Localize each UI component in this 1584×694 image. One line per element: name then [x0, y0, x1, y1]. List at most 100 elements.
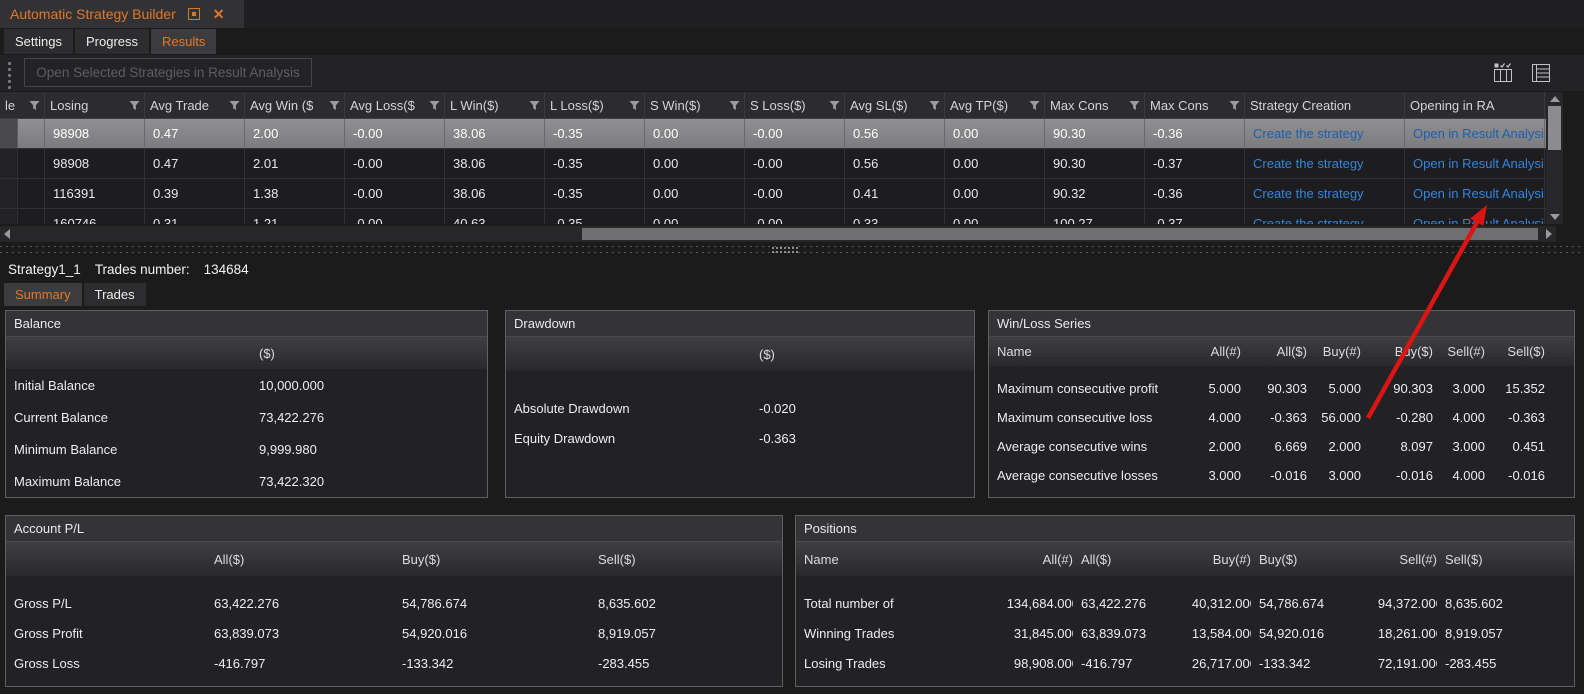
panel-cell: 18,261.000 — [1365, 626, 1437, 641]
close-icon[interactable]: ✕ — [213, 0, 225, 28]
filter-icon[interactable] — [1129, 100, 1140, 111]
column-header[interactable]: Max Cons — [1045, 92, 1145, 118]
grid-cell: 0.31 — [145, 209, 245, 224]
grid-cell: -0.35 — [545, 179, 645, 208]
open-selected-strategies-button[interactable]: Open Selected Strategies in Result Analy… — [24, 58, 312, 87]
panel-column-header: Sell($) — [590, 552, 782, 567]
panel-cell: 54,786.674 — [1251, 596, 1365, 611]
strategies-grid: leLosingAvg TradeAvg Win ($Avg Loss($L W… — [0, 92, 1546, 224]
scroll-down-arrow-icon[interactable] — [1550, 214, 1560, 220]
column-header-label: L Loss($) — [550, 98, 604, 113]
tab-results[interactable]: Results — [151, 29, 216, 54]
column-header[interactable]: Avg Win ($ — [245, 92, 345, 118]
column-header[interactable]: le — [0, 92, 45, 118]
column-header[interactable]: Avg TP($) — [945, 92, 1045, 118]
grid-vertical-scrollbar[interactable] — [1546, 92, 1563, 224]
grid-cell: -0.00 — [745, 179, 845, 208]
winloss-table: NameAll(#)All($)Buy(#)Buy($)Sell(#)Sell(… — [989, 337, 1574, 490]
filter-icon[interactable] — [1029, 100, 1040, 111]
panel-cell: 2.000 — [1189, 439, 1241, 454]
panel-cell: 90.303 — [1361, 381, 1433, 396]
tab-settings[interactable]: Settings — [4, 29, 73, 54]
create-strategy-link[interactable]: Create the strategy — [1253, 186, 1364, 201]
scroll-up-arrow-icon[interactable] — [1550, 96, 1560, 102]
horizontal-scrollbar-thumb[interactable] — [582, 228, 1538, 240]
row-selector[interactable] — [0, 209, 18, 224]
panel-cell: 8,919.057 — [590, 626, 782, 641]
filter-icon[interactable] — [229, 100, 240, 111]
column-header[interactable]: Avg SL($) — [845, 92, 945, 118]
panel-column-header: Buy($) — [1251, 552, 1365, 567]
filter-icon[interactable] — [129, 100, 140, 111]
float-window-icon[interactable] — [188, 8, 200, 20]
grid-horizontal-scrollbar[interactable] — [0, 226, 1556, 242]
open-in-result-analysis-link[interactable]: Open in Result Analysis — [1413, 126, 1545, 141]
create-strategy-link[interactable]: Create the strategy — [1253, 126, 1364, 141]
open-in-result-analysis-link[interactable]: Open in Result Analysis — [1413, 186, 1545, 201]
open-in-result-analysis-link[interactable]: Open in Result Analysis — [1413, 156, 1545, 171]
grid-cell: -0.37 — [1145, 209, 1245, 224]
row-selector[interactable] — [0, 149, 18, 178]
column-header[interactable]: L Win($) — [445, 92, 545, 118]
panel-cell: Gross Loss — [6, 656, 206, 671]
create-strategy-link[interactable]: Create the strategy — [1253, 156, 1364, 171]
filter-icon[interactable] — [429, 100, 440, 111]
balance-panel: Balance ($)Initial Balance10,000.000Curr… — [5, 310, 488, 498]
strategy-row[interactable]: 989080.472.00-0.0038.06-0.350.00-0.000.5… — [0, 119, 1546, 149]
column-header-label: Avg TP($) — [950, 98, 1008, 113]
column-header[interactable]: Max Cons — [1145, 92, 1245, 118]
strategy-row[interactable]: 1163910.391.38-0.0038.06-0.350.00-0.000.… — [0, 179, 1546, 209]
panel-column-header: ($) — [251, 346, 487, 361]
scroll-left-arrow-icon[interactable] — [4, 229, 10, 239]
panel-splitter[interactable] — [0, 244, 1584, 256]
filter-icon[interactable] — [29, 100, 40, 111]
column-header[interactable]: L Loss($) — [545, 92, 645, 118]
column-header-label: S Win($) — [650, 98, 701, 113]
column-header[interactable]: Opening in RA — [1405, 92, 1545, 118]
winloss-panel-title: Win/Loss Series — [989, 311, 1574, 337]
row-selector[interactable] — [0, 179, 18, 208]
filter-icon[interactable] — [929, 100, 940, 111]
strategy-row[interactable]: 989080.472.01-0.0038.06-0.350.00-0.000.5… — [0, 149, 1546, 179]
column-header[interactable]: Avg Loss($ — [345, 92, 445, 118]
open-in-result-analysis-link[interactable]: Open in Result Analysis — [1413, 216, 1545, 224]
scroll-right-arrow-icon[interactable] — [1546, 229, 1552, 239]
grid-cell — [18, 209, 45, 224]
filter-icon[interactable] — [829, 100, 840, 111]
grid-cell: -0.36 — [1145, 119, 1245, 148]
tab-summary[interactable]: Summary — [4, 283, 82, 306]
layout-list-icon[interactable] — [1528, 60, 1554, 86]
create-strategy-link[interactable]: Create the strategy — [1253, 216, 1364, 224]
column-header[interactable]: Avg Trade — [145, 92, 245, 118]
column-header[interactable]: Strategy Creation — [1245, 92, 1405, 118]
panel-cell: 8.097 — [1361, 439, 1433, 454]
column-header-label: Max Cons — [1050, 98, 1109, 113]
filter-icon[interactable] — [1229, 100, 1240, 111]
panel-cell: 63,839.073 — [206, 626, 394, 641]
column-chooser-icon[interactable] — [1490, 60, 1516, 86]
row-selector[interactable] — [0, 119, 18, 148]
column-header[interactable]: Losing — [45, 92, 145, 118]
strategy-row[interactable]: 1607460.311.21-0.0040.63-0.350.00-0.000.… — [0, 209, 1546, 224]
window-title-tab[interactable]: Automatic Strategy Builder ✕ — [0, 0, 244, 28]
tab-trades[interactable]: Trades — [84, 283, 146, 306]
tab-progress[interactable]: Progress — [75, 29, 149, 54]
grid-cell: 116391 — [45, 179, 145, 208]
filter-icon[interactable] — [329, 100, 340, 111]
grid-cell: 160746 — [45, 209, 145, 224]
toolbar-grip-handle[interactable] — [8, 62, 11, 89]
column-header[interactable]: S Loss($) — [745, 92, 845, 118]
grid-cell: -0.00 — [745, 209, 845, 224]
filter-icon[interactable] — [629, 100, 640, 111]
grid-cell — [18, 149, 45, 178]
filter-icon[interactable] — [529, 100, 540, 111]
panel-cell: 54,920.016 — [394, 626, 590, 641]
grid-cell: -0.00 — [345, 179, 445, 208]
grid-cell: 1.21 — [245, 209, 345, 224]
panel-cell: Maximum consecutive loss — [989, 410, 1189, 425]
splitter-grip[interactable] — [772, 247, 798, 253]
filter-icon[interactable] — [729, 100, 740, 111]
grid-cell: -0.00 — [745, 119, 845, 148]
column-header[interactable]: S Win($) — [645, 92, 745, 118]
vertical-scrollbar-thumb[interactable] — [1548, 106, 1561, 150]
